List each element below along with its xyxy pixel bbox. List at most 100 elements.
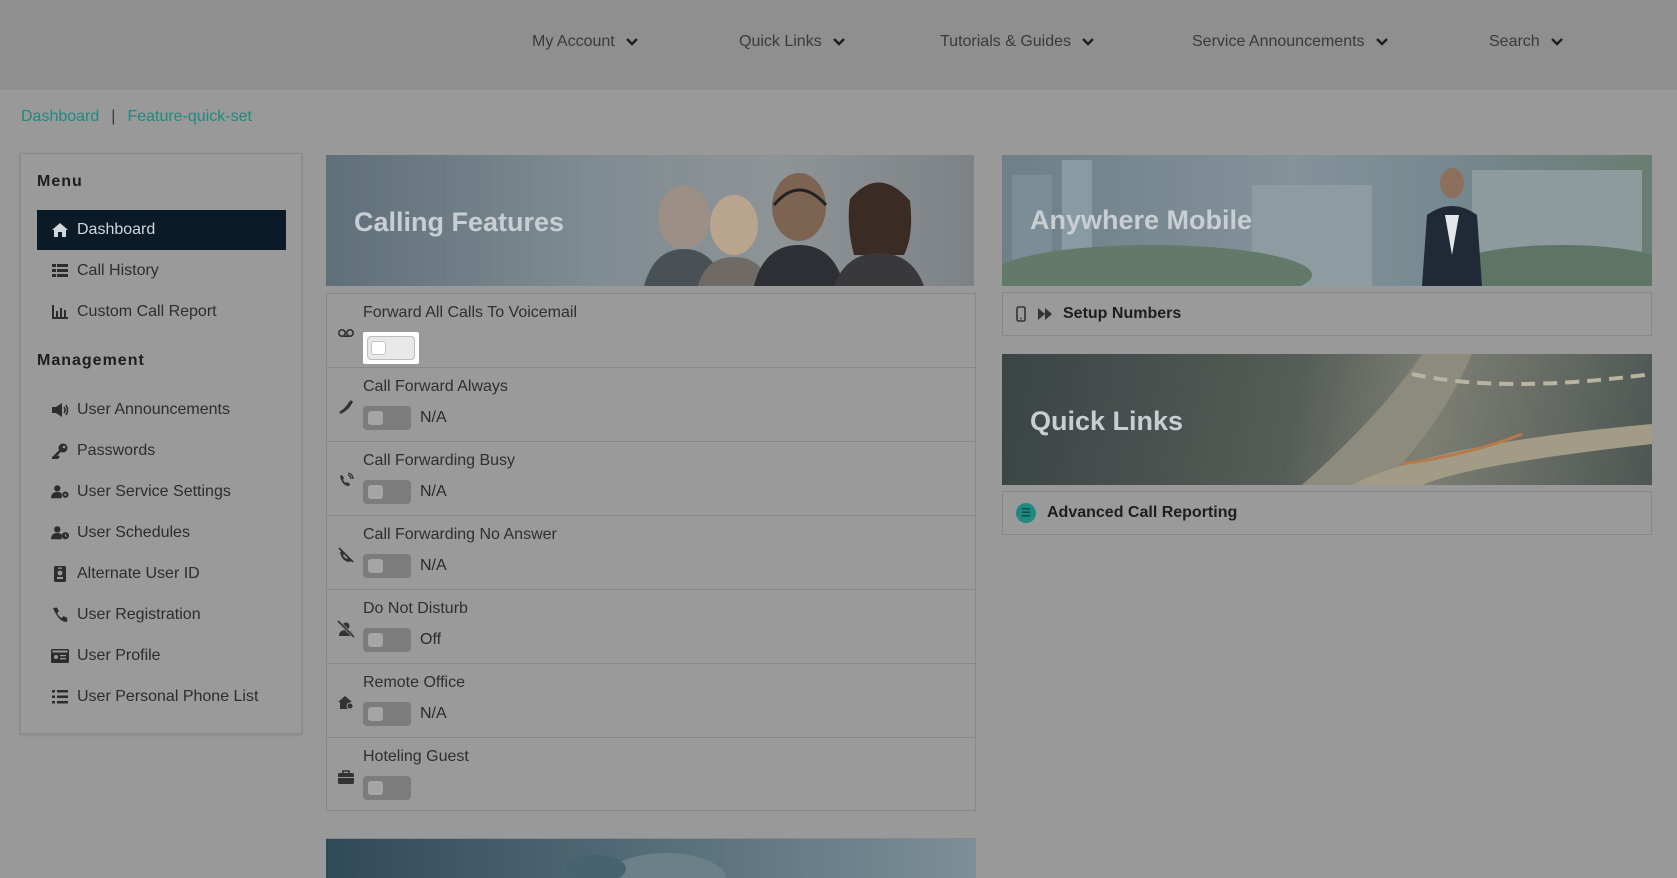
user-gear-icon [51, 483, 69, 501]
nav-tutorials-label: Tutorials & Guides [940, 33, 1072, 50]
list-icon [51, 688, 69, 706]
feature-label: Call Forwarding No Answer [363, 526, 557, 543]
sidebar-item-alternate-user-id[interactable]: Alternate User ID [37, 554, 286, 594]
feature-label: Forward All Calls To Voicemail [363, 304, 578, 321]
do-not-disturb-toggle[interactable] [363, 628, 411, 652]
feature-row: Call Forwarding No Answer N/A [327, 516, 975, 590]
top-navigation: My Account Quick Links Tutorials & Guide… [0, 0, 1677, 90]
sidebar-item-dashboard[interactable]: Dashboard [37, 210, 286, 250]
fast-forward-icon [1038, 308, 1052, 320]
sidebar-item-label: Alternate User ID [77, 565, 200, 582]
feature-label: Remote Office [363, 674, 465, 691]
nav-quick-links-label: Quick Links [739, 33, 822, 50]
menu-heading: Menu [37, 173, 83, 190]
nav-search[interactable]: Search [1489, 30, 1564, 54]
call-center-people-image [644, 173, 924, 286]
feature-row: Do Not Disturb Off [327, 590, 975, 664]
call-forward-always-toggle[interactable] [363, 406, 411, 430]
calling-features-list: Forward All Calls To Voicemail Call Forw… [326, 293, 976, 811]
id-badge-icon [51, 565, 69, 583]
feature-label: Do Not Disturb [363, 600, 468, 617]
feature-label: Hoteling Guest [363, 748, 469, 765]
feature-row: Call Forwarding Busy N/A [327, 442, 975, 516]
feature-row: Hoteling Guest [327, 738, 975, 812]
calling-features-title: Calling Features [354, 207, 565, 237]
sidebar-item-passwords[interactable]: Passwords [37, 431, 286, 471]
quick-links-title: Quick Links [1030, 406, 1184, 436]
sidebar-item-user-announcements[interactable]: User Announcements [37, 390, 286, 430]
forward-all-voicemail-toggle[interactable] [363, 332, 419, 364]
breadcrumb: Dashboard | Feature-quick-set [21, 108, 252, 126]
sidebar: Menu Dashboard Call History Custom Call … [20, 153, 302, 734]
hoteling-guest-toggle[interactable] [363, 776, 411, 800]
setup-numbers-link[interactable]: Setup Numbers [1002, 292, 1652, 336]
user-clock-icon [51, 524, 69, 542]
sidebar-item-custom-call-report[interactable]: Custom Call Report [37, 292, 286, 332]
nav-quick-links[interactable]: Quick Links [739, 30, 846, 54]
next-section-banner [326, 838, 976, 878]
bar-chart-icon [51, 303, 69, 321]
sidebar-item-label: User Profile [77, 647, 161, 664]
sidebar-item-call-history[interactable]: Call History [37, 251, 286, 291]
nav-search-label: Search [1489, 33, 1540, 50]
sidebar-item-user-registration[interactable]: User Registration [37, 595, 286, 635]
phone-icon [339, 400, 353, 414]
megaphone-icon [51, 401, 69, 419]
feature-label: Call Forwarding Busy [363, 452, 516, 469]
phone-volume-icon [340, 472, 354, 486]
call-forwarding-busy-toggle[interactable] [363, 480, 411, 504]
sidebar-item-user-schedules[interactable]: User Schedules [37, 513, 286, 553]
sidebar-item-label: User Personal Phone List [77, 688, 259, 705]
nav-my-account-label: My Account [532, 33, 615, 50]
breadcrumb-separator: | [111, 108, 116, 125]
nav-service-announcements-label: Service Announcements [1192, 33, 1365, 50]
key-icon [51, 442, 69, 460]
voicemail-icon [337, 329, 355, 338]
chevron-down-icon [1082, 38, 1094, 46]
anywhere-mobile-title: Anywhere Mobile [1030, 205, 1253, 235]
feature-row: Forward All Calls To Voicemail [327, 294, 975, 368]
chevron-down-icon [1375, 38, 1388, 46]
list-icon [51, 262, 69, 280]
user-slash-icon [337, 620, 355, 638]
sidebar-item-user-service-settings[interactable]: User Service Settings [37, 472, 286, 512]
breadcrumb-dashboard-link[interactable]: Dashboard [21, 108, 99, 126]
call-forwarding-no-answer-toggle[interactable] [363, 554, 411, 578]
advanced-call-reporting-link[interactable]: Advanced Call Reporting [1002, 491, 1652, 535]
sidebar-item-label: Custom Call Report [77, 303, 217, 320]
chevron-down-icon [832, 38, 845, 46]
sidebar-item-label: Dashboard [77, 221, 156, 238]
feature-label: Call Forward Always [363, 378, 508, 395]
breadcrumb-current[interactable]: Feature-quick-set [127, 108, 252, 126]
report-icon [1016, 503, 1036, 523]
sidebar-item-label: User Announcements [77, 401, 230, 418]
feature-status: N/A [420, 483, 447, 500]
sidebar-item-user-personal-phone-list[interactable]: User Personal Phone List [37, 677, 286, 717]
briefcase-icon [338, 770, 354, 784]
sidebar-item-label: User Service Settings [77, 483, 231, 500]
home-icon [51, 221, 69, 239]
sidebar-item-label: Passwords [77, 442, 156, 459]
sidebar-item-label: User Schedules [77, 524, 190, 541]
feature-status: N/A [420, 557, 447, 574]
nav-service-announcements[interactable]: Service Announcements [1192, 30, 1389, 54]
quick-links-banner: Quick Links [1002, 354, 1652, 485]
id-card-icon [51, 647, 69, 665]
feature-status: N/A [420, 705, 447, 722]
phone-device-image [566, 853, 726, 878]
management-heading: Management [37, 352, 145, 369]
calling-features-banner: Calling Features [326, 155, 974, 286]
remote-office-toggle[interactable] [363, 702, 411, 726]
mobile-phone-icon [1016, 306, 1026, 322]
chevron-down-icon [625, 38, 638, 46]
feature-row: Call Forward Always N/A [327, 368, 975, 442]
feature-row: Remote Office N/A [327, 664, 975, 738]
setup-numbers-label: Setup Numbers [1063, 305, 1182, 322]
sidebar-item-label: Call History [77, 262, 159, 279]
phone-icon [51, 606, 69, 624]
nav-tutorials-guides[interactable]: Tutorials & Guides [940, 30, 1095, 54]
sidebar-item-label: User Registration [77, 606, 201, 623]
sidebar-item-user-profile[interactable]: User Profile [37, 636, 286, 676]
phone-slash-icon [338, 547, 354, 563]
nav-my-account[interactable]: My Account [532, 30, 639, 54]
